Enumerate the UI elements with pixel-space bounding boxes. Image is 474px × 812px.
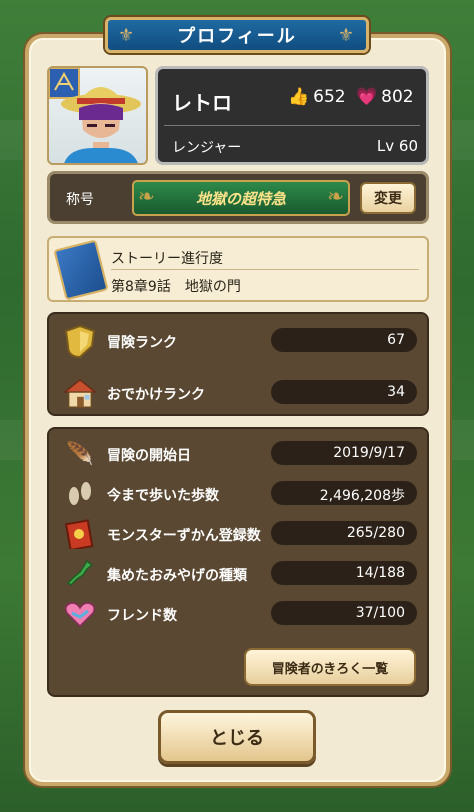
avatar-portrait-icon (49, 68, 141, 163)
likes-stat: 👍 652 (288, 87, 346, 107)
stat-value: 14/188 (271, 561, 417, 585)
fleur-ornament-icon: ⚜ (337, 25, 356, 46)
stat-row: 🪶 冒険の開始日 2019/9/17 (49, 437, 427, 471)
story-heading: ストーリー進行度 (111, 251, 223, 267)
shield-icon (63, 324, 97, 358)
stat-row: 集めたおみやげの種類 14/188 (49, 557, 427, 591)
stat-row: 今まで歩いた歩数 2,496,208歩 (49, 477, 427, 511)
rank-value: 67 (271, 328, 417, 352)
footprints-icon (63, 479, 97, 509)
quill-icon: 🪶 (66, 441, 94, 467)
adventurer-records-button[interactable]: 冒険者のきろく一覧 (244, 648, 416, 686)
hearts-stat: 💗 802 (356, 87, 414, 107)
story-value: 第8章9話 地獄の門 (111, 279, 241, 295)
stat-label: 集めたおみやげの種類 (107, 568, 247, 584)
rank-label: 冒険ランク (107, 335, 177, 351)
rank-row-outing: おでかけランク 34 (49, 376, 427, 410)
rank-row-adventure: 冒険ランク 67 (49, 324, 427, 358)
handshake-icon (63, 599, 97, 629)
wing-icon: ❧ (327, 184, 344, 208)
hearts-icon: 💗 (356, 87, 378, 107)
japan-map-icon (63, 559, 97, 589)
change-title-button[interactable]: 変更 (360, 182, 416, 214)
hearts-count: 802 (381, 87, 414, 107)
likes-count: 652 (313, 87, 346, 107)
player-title-row: 称号 ❧ 地獄の超特急 ❧ 変更 (47, 171, 429, 224)
rank-value: 34 (271, 380, 417, 404)
monster-book-icon (63, 519, 97, 549)
stat-row: モンスターずかん登録数 265/280 (49, 517, 427, 551)
thumbs-up-icon: 👍 (288, 87, 310, 107)
story-progress-card[interactable]: ストーリー進行度 第8章9話 地獄の門 (47, 236, 429, 302)
player-name: レトロ (172, 91, 232, 115)
stat-value: 2019/9/17 (271, 441, 417, 465)
stat-row: フレンド数 37/100 (49, 597, 427, 631)
title-emblem-text: 地獄の超特急 (195, 189, 286, 208)
stat-label: フレンド数 (107, 608, 177, 624)
stat-label: 冒険の開始日 (107, 448, 191, 464)
story-book-icon (53, 239, 109, 301)
stat-label: モンスターずかん登録数 (107, 528, 261, 544)
divider (164, 125, 420, 126)
window-title: プロフィール (177, 26, 297, 47)
house-icon (63, 378, 97, 408)
stat-label: 今まで歩いた歩数 (107, 488, 219, 504)
rank-label: おでかけランク (107, 387, 205, 403)
title-emblem: ❧ 地獄の超特急 ❧ (132, 180, 350, 216)
stat-value: 2,496,208歩 (271, 481, 417, 505)
player-level: Lv 60 (376, 137, 418, 155)
title-label: 称号 (66, 192, 94, 208)
wing-icon: ❧ (138, 184, 155, 208)
stat-value: 265/280 (271, 521, 417, 545)
fleur-ornament-icon: ⚜ (118, 25, 137, 46)
player-nameplate: レトロ 👍 652 💗 802 レンジャー Lv 60 (155, 66, 429, 165)
player-job: レンジャー (172, 140, 242, 156)
window-title-plate: ⚜ プロフィール ⚜ (105, 17, 369, 53)
player-avatar[interactable] (47, 66, 148, 165)
close-button[interactable]: とじる (158, 710, 316, 764)
stat-value: 37/100 (271, 601, 417, 625)
ranks-panel: 冒険ランク 67 おでかけランク 34 (47, 312, 429, 416)
divider (111, 269, 419, 270)
